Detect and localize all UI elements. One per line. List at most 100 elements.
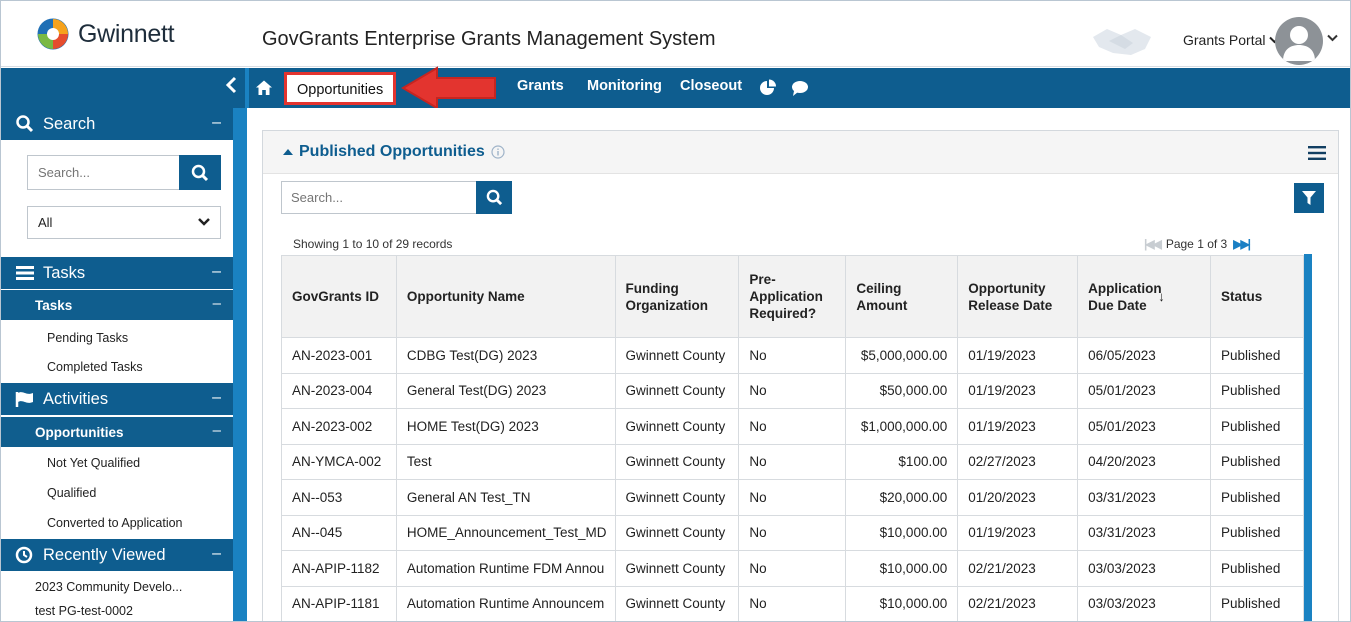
sidebar-item-tasks[interactable]: Tasks –	[1, 290, 233, 320]
panel-title[interactable]: Published Opportunities	[283, 143, 505, 161]
cell-opportunity-name[interactable]: Automation Runtime FDM Annou	[395, 550, 616, 587]
cell-funding-organization: Gwinnett County	[614, 443, 740, 480]
sidebar-section-activities[interactable]: Activities –	[1, 383, 233, 415]
table-row[interactable]: AN--053 General AN Test_TN Gwinnett Coun…	[281, 479, 1304, 516]
cell-pre-application: No	[738, 514, 847, 551]
cell-pre-application: No	[738, 372, 847, 409]
cell-due-date: 04/20/2023	[1077, 443, 1212, 480]
table-row[interactable]: AN-2023-001 CDBG Test(DG) 2023 Gwinnett …	[281, 337, 1304, 374]
cell-status: Published	[1210, 408, 1304, 445]
caret-up-icon	[283, 149, 293, 155]
cell-pre-application: No	[738, 479, 847, 516]
collapse-tasks-section-icon[interactable]: –	[212, 263, 221, 281]
sidebar-search-input[interactable]	[27, 155, 179, 190]
sidebar-link-completed-tasks[interactable]: Completed Tasks	[47, 360, 143, 374]
panel-header: Published Opportunities	[263, 131, 1338, 174]
cell-opportunity-name[interactable]: Test	[395, 443, 616, 480]
search-icon	[486, 189, 502, 206]
cell-govgrants-id[interactable]: AN--053	[281, 479, 397, 516]
cell-govgrants-id[interactable]: AN-APIP-1182	[281, 550, 397, 587]
sidebar-link-qualified[interactable]: Qualified	[47, 486, 96, 500]
cell-release-date: 01/19/2023	[957, 408, 1079, 445]
cell-status: Published	[1210, 443, 1304, 480]
sidebar-accent-bar	[233, 108, 247, 621]
table-row[interactable]: AN-APIP-1181 Automation Runtime Announce…	[281, 585, 1304, 621]
column-header-govgrants-id[interactable]: GovGrants ID	[281, 255, 397, 338]
sidebar-section-recently-viewed[interactable]: Recently Viewed –	[1, 539, 233, 571]
first-page-icon[interactable]: |◀◀	[1144, 237, 1162, 251]
nav-tab-closeout[interactable]: Closeout	[680, 78, 742, 94]
column-header-application-due-date[interactable]: Application Due Date ↓	[1077, 255, 1212, 338]
cell-due-date: 05/01/2023	[1077, 408, 1212, 445]
menu-icon[interactable]	[1308, 146, 1326, 160]
avatar-chevron-down-icon[interactable]	[1327, 34, 1338, 42]
column-header-opportunity-release-date[interactable]: Opportunity Release Date	[957, 255, 1079, 338]
cell-opportunity-name[interactable]: Automation Runtime Announcem	[395, 585, 616, 621]
info-icon[interactable]	[491, 145, 505, 159]
sidebar-link-not-yet-qualified[interactable]: Not Yet Qualified	[47, 456, 140, 470]
collapse-search-section-icon[interactable]: –	[212, 114, 221, 132]
nav-tab-monitoring[interactable]: Monitoring	[587, 78, 662, 94]
sidebar-link-recent-community-development[interactable]: 2023 Community Develo...	[35, 580, 182, 594]
cell-release-date: 02/21/2023	[957, 585, 1079, 621]
table-row[interactable]: AN-2023-004 General Test(DG) 2023 Gwinne…	[281, 372, 1304, 409]
table-row[interactable]: AN-APIP-1182 Automation Runtime FDM Anno…	[281, 550, 1304, 587]
column-header-application-due-date-label: Application Due Date	[1088, 280, 1162, 313]
nav-tab-opportunities[interactable]: Opportunities	[284, 72, 397, 105]
cell-status: Published	[1210, 372, 1304, 409]
cell-ceiling-amount: $50,000.00	[845, 372, 959, 409]
cell-opportunity-name[interactable]: HOME Test(DG) 2023	[395, 408, 616, 445]
nav-tab-grants[interactable]: Grants	[517, 78, 564, 94]
pagination: |◀◀ Page 1 of 3 ▶▶|	[1144, 237, 1251, 251]
grants-portal-label: Grants Portal	[1183, 32, 1266, 48]
cell-opportunity-name[interactable]: CDBG Test(DG) 2023	[395, 337, 616, 374]
logo[interactable]: Gwinnett	[37, 17, 175, 51]
sidebar-search-button[interactable]	[179, 155, 221, 190]
table-search-input[interactable]	[281, 181, 476, 214]
collapse-recently-viewed-section-icon[interactable]: –	[212, 545, 221, 563]
main-navbar: Opportunities s Grants Monitoring Closeo…	[1, 68, 1350, 108]
collapse-opportunities-item-icon[interactable]: –	[213, 422, 221, 439]
cell-funding-organization: Gwinnett County	[614, 337, 740, 374]
sidebar-section-tasks[interactable]: Tasks –	[1, 257, 233, 289]
sort-descending-icon[interactable]: ↓	[1158, 288, 1165, 305]
cell-govgrants-id[interactable]: AN--045	[281, 514, 397, 551]
cell-govgrants-id[interactable]: AN-2023-001	[281, 337, 397, 374]
cell-ceiling-amount: $5,000,000.00	[845, 337, 959, 374]
table-row[interactable]: AN-2023-002 HOME Test(DG) 2023 Gwinnett …	[281, 408, 1304, 445]
sidebar-link-converted-to-application[interactable]: Converted to Application	[47, 516, 183, 530]
cell-govgrants-id[interactable]: AN-2023-002	[281, 408, 397, 445]
sidebar-search-scope-value: All	[38, 215, 53, 230]
column-header-opportunity-name[interactable]: Opportunity Name	[395, 255, 616, 338]
column-header-status[interactable]: Status	[1210, 255, 1304, 338]
cell-opportunity-name[interactable]: HOME_Announcement_Test_MD	[395, 514, 616, 551]
cell-opportunity-name[interactable]: General AN Test_TN	[395, 479, 616, 516]
table-search-button[interactable]	[476, 181, 512, 214]
sidebar-item-opportunities[interactable]: Opportunities –	[1, 417, 233, 447]
collapse-tasks-item-icon[interactable]: –	[213, 295, 221, 312]
home-icon[interactable]	[255, 79, 273, 97]
collapse-sidebar-button[interactable]	[223, 75, 239, 99]
table-row[interactable]: AN--045 HOME_Announcement_Test_MD Gwinne…	[281, 514, 1304, 551]
collapse-activities-section-icon[interactable]: –	[212, 389, 221, 407]
cell-govgrants-id[interactable]: AN-APIP-1181	[281, 585, 397, 621]
cell-govgrants-id[interactable]: AN-YMCA-002	[281, 443, 397, 480]
table-row[interactable]: AN-YMCA-002 Test Gwinnett County No $100…	[281, 443, 1304, 480]
sidebar-section-search[interactable]: Search –	[1, 108, 233, 140]
table-scrollbar[interactable]	[1304, 254, 1312, 621]
sidebar-search-scope-select[interactable]: All	[27, 206, 221, 239]
column-header-pre-application-required[interactable]: Pre-Application Required?	[738, 255, 847, 338]
grants-portal-menu[interactable]: Grants Portal	[1183, 32, 1281, 48]
column-header-ceiling-amount[interactable]: Ceiling Amount	[845, 255, 959, 338]
avatar[interactable]	[1275, 17, 1323, 65]
chat-bubble-icon[interactable]	[791, 79, 809, 97]
clock-icon	[15, 546, 33, 564]
sidebar-link-pending-tasks[interactable]: Pending Tasks	[47, 331, 128, 345]
sidebar-link-recent-test-pg[interactable]: test PG-test-0002	[35, 604, 133, 618]
last-page-icon[interactable]: ▶▶|	[1233, 237, 1251, 251]
filter-button[interactable]	[1294, 183, 1324, 213]
column-header-funding-organization[interactable]: Funding Organization	[614, 255, 740, 338]
pie-chart-icon[interactable]	[759, 79, 777, 97]
cell-govgrants-id[interactable]: AN-2023-004	[281, 372, 397, 409]
cell-opportunity-name[interactable]: General Test(DG) 2023	[395, 372, 616, 409]
